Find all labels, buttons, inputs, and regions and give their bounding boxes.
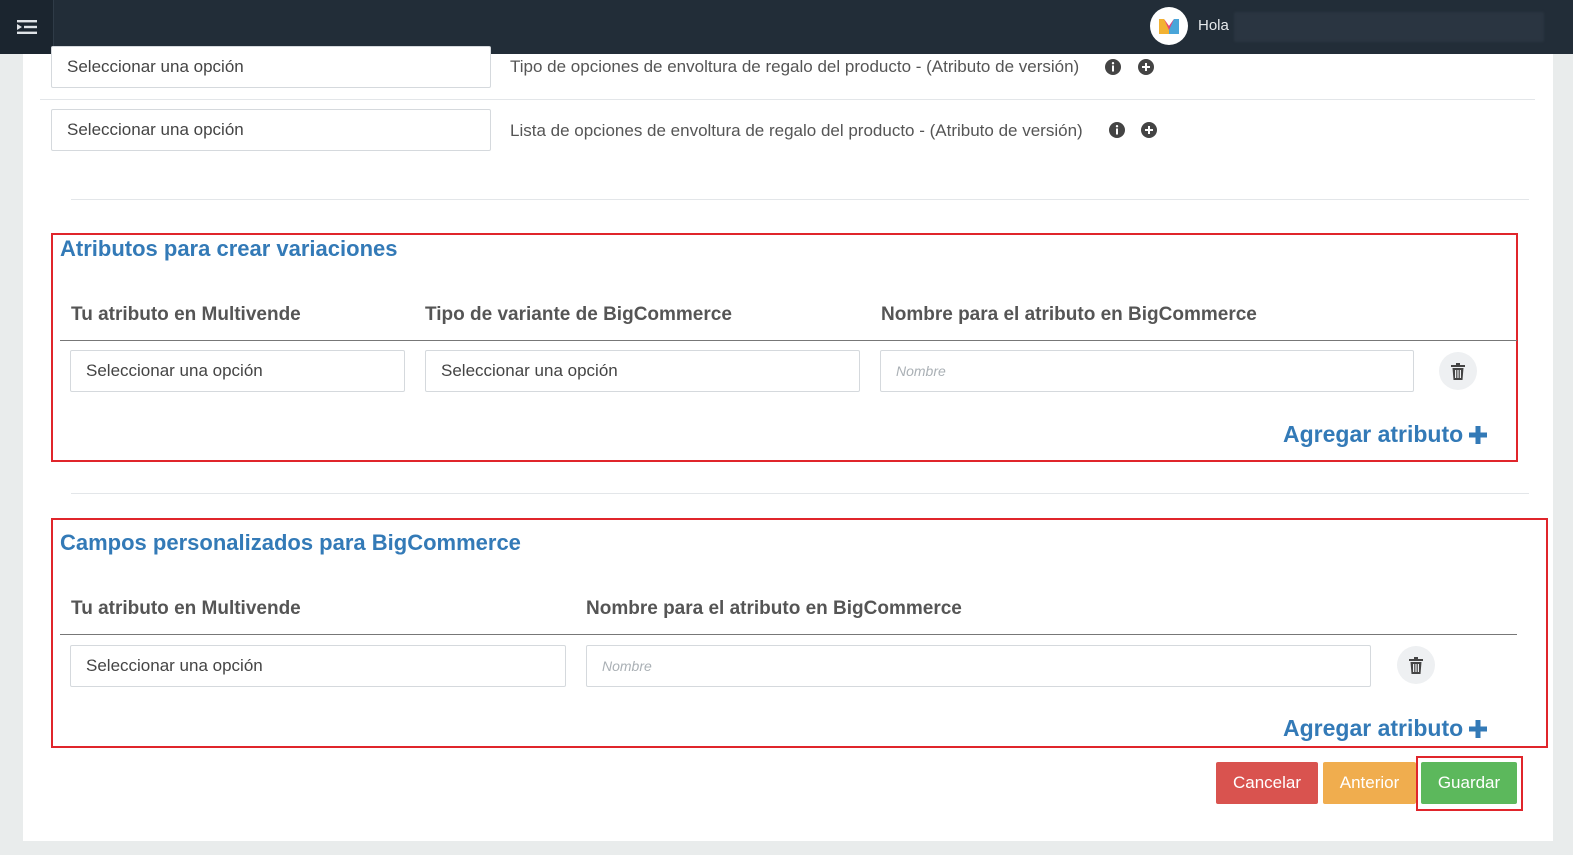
info-circle-icon[interactable] <box>1109 122 1125 138</box>
col-head-variant-type: Tipo de variante de BigCommerce <box>425 304 732 325</box>
cancel-button[interactable]: Cancelar <box>1216 762 1318 804</box>
gift-wrap-list-label: Lista de opciones de envoltura de regalo… <box>510 121 1083 140</box>
delete-custom-field-button[interactable] <box>1397 646 1435 684</box>
row-divider <box>40 99 1535 100</box>
variant-type-select[interactable]: Seleccionar una opción <box>425 350 860 392</box>
greeting-text: Hola <box>1198 17 1229 34</box>
user-avatar[interactable] <box>1150 7 1188 45</box>
col-head-bigcommerce-name: Nombre para el atributo en BigCommerce <box>881 304 1257 325</box>
plus-circle-icon[interactable] <box>1141 122 1157 138</box>
add-custom-field-link[interactable]: Agregar atributo <box>1283 715 1488 742</box>
user-name-redacted <box>1234 12 1544 42</box>
header-rule <box>60 340 1517 341</box>
gift-wrap-type-select[interactable]: Seleccionar una opción <box>51 46 491 88</box>
col-head-multivende-attribute: Tu atributo en Multivende <box>71 304 301 325</box>
gift-wrap-type-label: Tipo de opciones de envoltura de regalo … <box>510 57 1080 76</box>
save-highlight <box>1416 756 1523 811</box>
custom-field-attribute-select[interactable]: Seleccionar una opción <box>70 645 566 687</box>
variation-attribute-select[interactable]: Seleccionar una opción <box>70 350 405 392</box>
gift-wrap-list-select[interactable]: Seleccionar una opción <box>51 109 491 151</box>
plus-icon <box>1469 425 1488 444</box>
previous-button[interactable]: Anterior <box>1323 762 1416 804</box>
col-head-multivende-attribute: Tu atributo en Multivende <box>71 598 301 619</box>
menu-toggle-button[interactable] <box>0 0 54 54</box>
variation-name-input[interactable]: Nombre <box>880 350 1414 392</box>
custom-fields-title: Campos personalizados para BigCommerce <box>60 530 521 555</box>
section-divider <box>71 199 1529 200</box>
info-circle-icon[interactable] <box>1105 59 1121 75</box>
add-variation-attribute-link[interactable]: Agregar atributo <box>1283 421 1488 448</box>
col-head-bigcommerce-name: Nombre para el atributo en BigCommerce <box>586 598 962 619</box>
trash-icon <box>1451 362 1465 380</box>
multivende-logo-icon <box>1159 19 1179 34</box>
plus-circle-icon[interactable] <box>1138 59 1154 75</box>
add-custom-field-label: Agregar atributo <box>1283 715 1464 741</box>
add-variation-label: Agregar atributo <box>1283 421 1464 447</box>
menu-collapse-icon <box>16 20 37 34</box>
custom-field-name-input[interactable]: Nombre <box>586 645 1371 687</box>
variations-title: Atributos para crear variaciones <box>60 236 398 261</box>
plus-icon <box>1469 719 1488 738</box>
header-rule <box>60 634 1517 635</box>
section-divider <box>71 493 1529 494</box>
delete-variation-button[interactable] <box>1439 352 1477 390</box>
trash-icon <box>1409 656 1423 674</box>
